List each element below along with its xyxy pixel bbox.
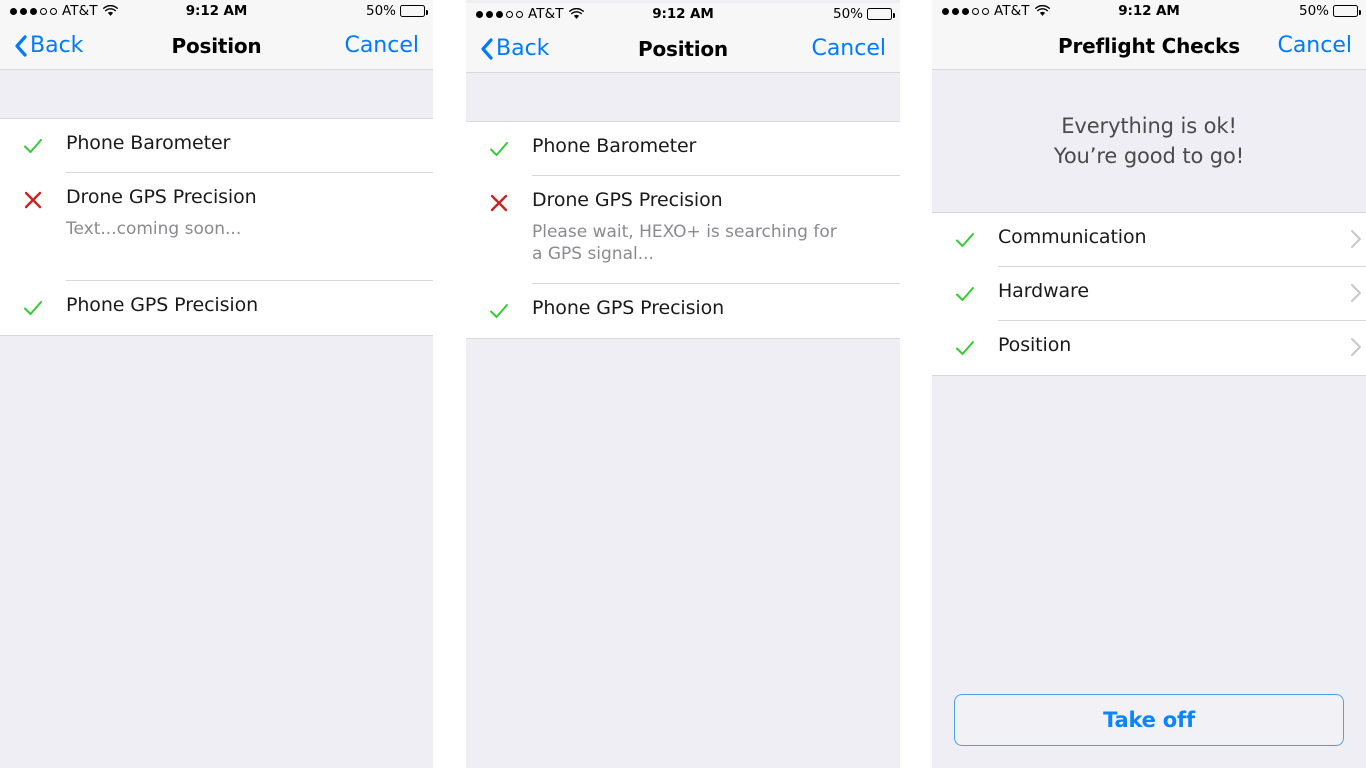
list-item[interactable]: Phone GPS Precision	[0, 281, 433, 335]
x-icon	[488, 192, 510, 214]
list-item[interactable]: Drone GPS Precision Please wait, HEXO+ i…	[466, 176, 900, 284]
status-icon-slot	[932, 267, 998, 305]
list-item-body: Drone GPS Precision Text...coming soon..…	[66, 173, 433, 244]
position-checks-list: Phone Barometer Drone GPS Precision Plea…	[466, 121, 900, 339]
status-bar: AT&T 9:12 AM 50%	[0, 0, 433, 22]
battery-icon	[867, 8, 895, 20]
status-icon-slot	[932, 321, 998, 359]
status-icon-slot	[466, 176, 532, 214]
back-button-label: Back	[496, 36, 550, 61]
screen-preflight-checks: AT&T 9:12 AM 50% Preflight Checks Cancel…	[932, 0, 1366, 768]
list-item-body: Drone GPS Precision Please wait, HEXO+ i…	[532, 176, 900, 270]
list-item-title: Drone GPS Precision	[532, 189, 723, 211]
take-off-button[interactable]: Take off	[954, 694, 1344, 746]
list-item-body: Phone Barometer	[66, 119, 433, 154]
content-spacer	[932, 375, 1366, 694]
back-button[interactable]: Back	[14, 33, 83, 58]
disclosure-slot	[1350, 321, 1366, 357]
list-item-title: Hardware	[998, 279, 1089, 302]
chevron-left-icon	[480, 37, 493, 60]
battery-icon	[400, 5, 428, 17]
list-item-body: Communication	[998, 213, 1350, 248]
section-gap	[0, 70, 433, 118]
status-message-line-2: You’re good to go!	[1053, 143, 1245, 168]
list-item-subtitle: Please wait, HEXO+ is searching for a GP…	[532, 222, 837, 265]
x-icon	[22, 189, 44, 211]
navigation-bar: Back Position Cancel	[0, 22, 433, 70]
screenshot-stage: AT&T 9:12 AM 50% Back Position Cancel Ph…	[0, 0, 1366, 768]
check-icon	[954, 229, 976, 251]
check-icon	[22, 135, 44, 157]
list-item-title: Phone GPS Precision	[66, 294, 259, 316]
list-item-title: Position	[998, 333, 1072, 356]
chevron-right-icon	[1350, 283, 1362, 303]
check-icon	[488, 138, 510, 160]
list-item-body: Phone GPS Precision	[532, 284, 900, 319]
chevron-left-icon	[14, 34, 27, 57]
check-icon	[954, 283, 976, 305]
list-item-title: Drone GPS Precision	[66, 186, 257, 208]
status-bar-right: 50%	[365, 3, 428, 19]
status-bar: AT&T 9:12 AM 50%	[466, 3, 900, 25]
list-item-body: Hardware	[998, 267, 1350, 302]
battery-percent-label: 50%	[365, 3, 396, 19]
status-icon-slot	[932, 213, 998, 251]
status-icon-slot	[0, 173, 66, 211]
status-message-line-1: Everything is ok!	[1061, 114, 1237, 138]
list-item[interactable]: Phone Barometer	[466, 122, 900, 176]
navigation-bar: Back Position Cancel	[466, 25, 900, 73]
status-icon-slot	[0, 119, 66, 157]
section-gap	[466, 73, 900, 121]
battery-percent-label: 50%	[1298, 3, 1329, 19]
chevron-right-icon	[1350, 229, 1362, 249]
list-item-subtitle: Text...coming soon...	[66, 219, 242, 239]
status-icon-slot	[466, 122, 532, 160]
battery-icon	[1333, 5, 1361, 17]
check-icon	[488, 300, 510, 322]
preflight-sections-list: Communication Hardware Position	[932, 211, 1366, 376]
list-item-title: Phone Barometer	[66, 132, 231, 154]
cancel-button[interactable]: Cancel	[344, 33, 419, 58]
status-icon-slot	[466, 284, 532, 322]
list-item-title: Phone GPS Precision	[532, 297, 725, 319]
screen-position-searching: AT&T 9:12 AM 50% Back Position Cancel Ph…	[466, 0, 900, 768]
list-item[interactable]: Position	[932, 321, 1366, 375]
list-item[interactable]: Drone GPS Precision Text...coming soon..…	[0, 173, 433, 281]
list-item-title: Communication	[998, 225, 1147, 248]
screen-position-initial: AT&T 9:12 AM 50% Back Position Cancel Ph…	[0, 0, 433, 768]
list-item[interactable]: Phone GPS Precision	[466, 284, 900, 338]
list-item-body: Phone Barometer	[532, 122, 900, 157]
chevron-right-icon	[1350, 337, 1362, 357]
disclosure-slot	[1350, 267, 1366, 303]
status-bar: AT&T 9:12 AM 50%	[932, 0, 1366, 22]
list-item-title: Phone Barometer	[532, 135, 697, 157]
check-icon	[22, 297, 44, 319]
cancel-button[interactable]: Cancel	[1277, 33, 1352, 58]
check-icon	[954, 337, 976, 359]
list-item[interactable]: Communication	[932, 213, 1366, 267]
status-icon-slot	[0, 281, 66, 319]
back-button[interactable]: Back	[480, 36, 549, 61]
position-checks-list: Phone Barometer Drone GPS Precision Text…	[0, 118, 433, 336]
navigation-bar: Preflight Checks Cancel	[932, 22, 1366, 70]
list-item[interactable]: Hardware	[932, 267, 1366, 321]
takeoff-button-container: Take off	[932, 694, 1366, 768]
status-message: Everything is ok! You’re good to go!	[932, 70, 1366, 212]
list-item-body: Position	[998, 321, 1350, 356]
back-button-label: Back	[30, 33, 84, 58]
battery-percent-label: 50%	[832, 6, 863, 22]
cancel-button[interactable]: Cancel	[811, 36, 886, 61]
disclosure-slot	[1350, 213, 1366, 249]
status-bar-right: 50%	[832, 6, 895, 22]
list-item-body: Phone GPS Precision	[66, 281, 433, 316]
status-bar-right: 50%	[1298, 3, 1361, 19]
list-item[interactable]: Phone Barometer	[0, 119, 433, 173]
